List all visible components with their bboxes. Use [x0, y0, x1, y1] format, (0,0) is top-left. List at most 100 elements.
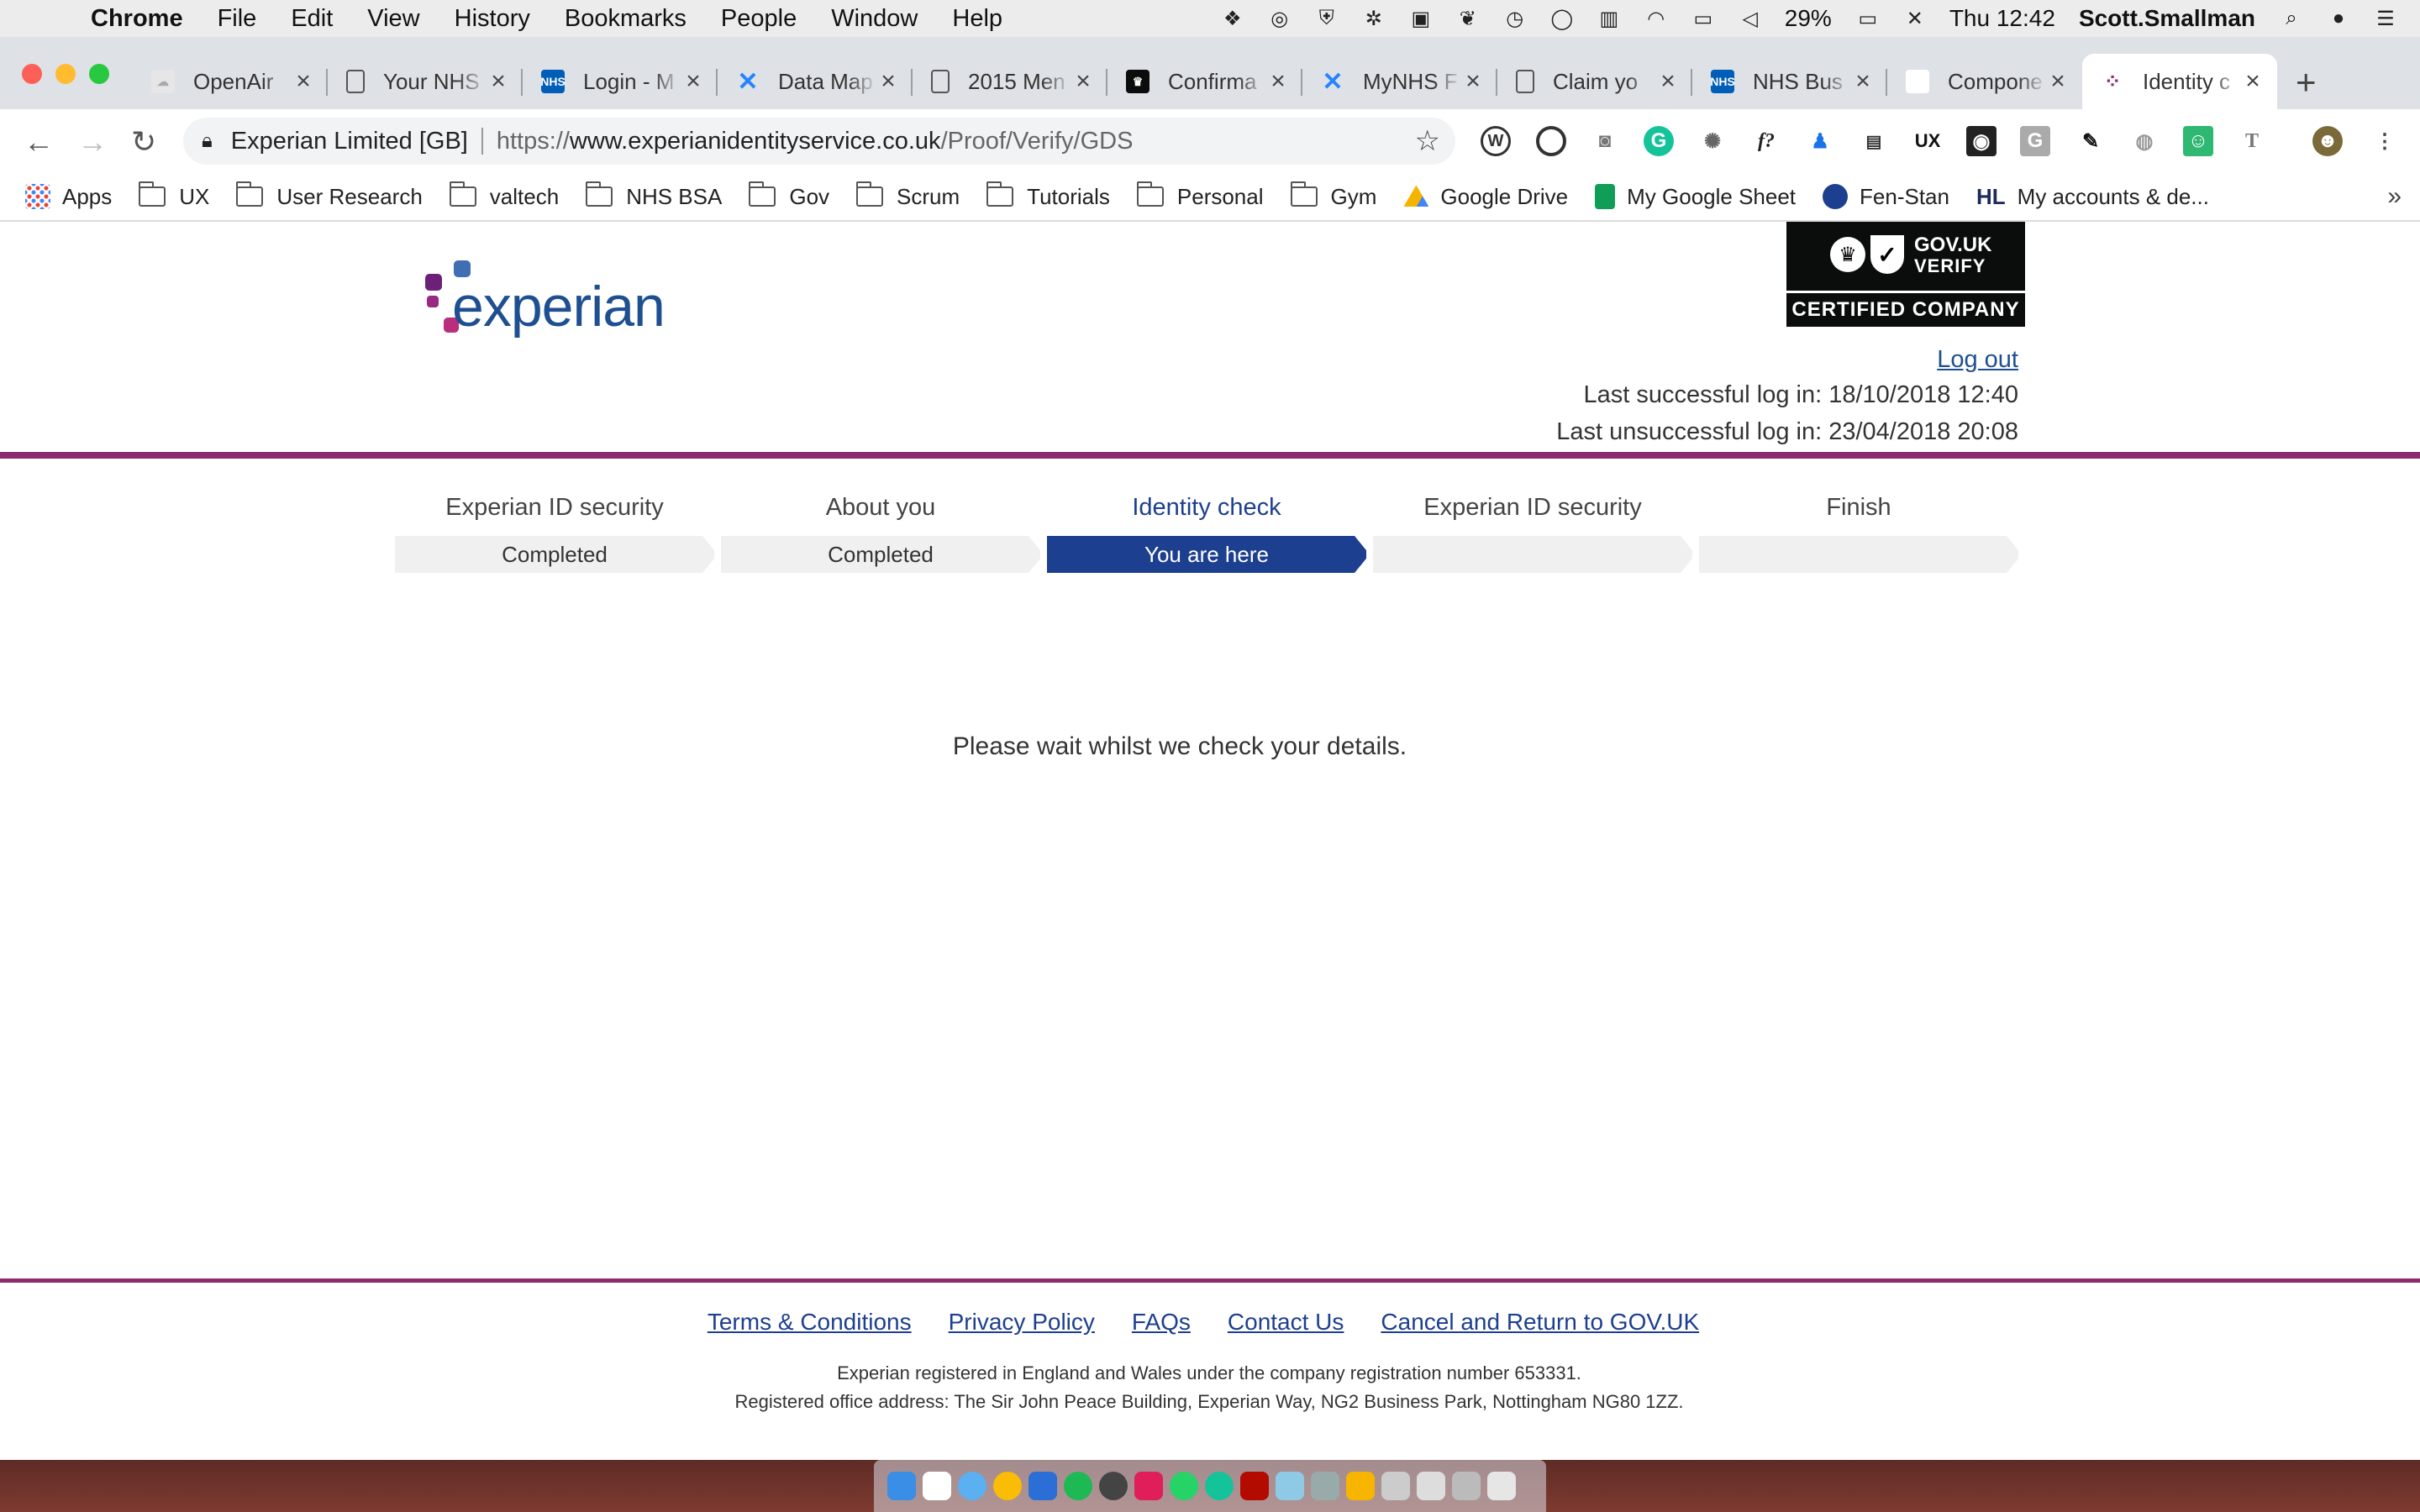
bookmark-my-accounts[interactable]: HL My accounts & de...	[1976, 184, 2209, 210]
calendar-icon[interactable]	[923, 1472, 951, 1500]
bookmark-folder-nhs-bsa[interactable]: NHS BSA	[586, 181, 722, 210]
trash-icon[interactable]	[1487, 1472, 1516, 1500]
folder-stack-icon[interactable]	[1381, 1472, 1410, 1500]
menu-file[interactable]: File	[218, 5, 257, 33]
bookmark-star-icon[interactable]: ☆	[1415, 124, 1440, 158]
bookmark-my-google-sheet[interactable]: My Google Sheet	[1595, 184, 1796, 210]
close-tab-icon[interactable]: ×	[1657, 67, 1679, 96]
green-extension-icon[interactable]: ☺	[2183, 126, 2213, 156]
contact-us-link[interactable]: Contact Us	[1228, 1309, 1344, 1336]
sketch-icon[interactable]	[1346, 1472, 1375, 1500]
terms-link[interactable]: Terms & Conditions	[708, 1309, 912, 1336]
wordpress-extension-icon[interactable]: W	[1481, 126, 1511, 156]
preview-icon[interactable]	[1276, 1472, 1304, 1500]
menu-window[interactable]: Window	[831, 5, 918, 33]
evernote-icon[interactable]: ❦	[1455, 8, 1481, 30]
lock-icon[interactable]: 🔒︎	[202, 129, 213, 153]
bookmark-folder-gym[interactable]: Gym	[1290, 181, 1376, 210]
bookmark-folder-scrum[interactable]: Scrum	[856, 181, 960, 210]
mcafee-icon[interactable]: ⛨	[1314, 7, 1339, 29]
close-tab-icon[interactable]: ×	[682, 67, 704, 96]
wifi-icon[interactable]: ◠	[1644, 8, 1669, 30]
pen-extension-icon[interactable]: ✎	[2075, 126, 2106, 156]
screen-extension-icon[interactable]: ◉	[1966, 126, 1996, 156]
bookmark-folder-gov[interactable]: Gov	[749, 181, 829, 210]
address-bar[interactable]: 🔒︎ Experian Limited [GB] https:// www.ex…	[183, 118, 1455, 165]
privacy-policy-link[interactable]: Privacy Policy	[949, 1309, 1095, 1336]
close-tab-icon[interactable]: ×	[1267, 67, 1289, 96]
maximize-window-button[interactable]	[89, 64, 109, 84]
faqs-link[interactable]: FAQs	[1132, 1309, 1191, 1336]
settings-wheel-icon[interactable]: ✲	[1361, 8, 1386, 30]
close-window-button[interactable]	[22, 64, 42, 84]
time-machine-icon[interactable]: ◷	[1502, 8, 1528, 30]
bookmark-folder-personal[interactable]: Personal	[1136, 181, 1264, 210]
grammarly-g-extension-icon[interactable]	[1536, 126, 1566, 156]
forward-icon[interactable]: →	[77, 124, 108, 160]
user-name[interactable]: Scott.Smallman	[2079, 5, 2255, 32]
bookmark-folder-user-research[interactable]: User Research	[236, 181, 423, 210]
globe-extension-icon[interactable]: ◍	[2129, 126, 2160, 156]
bookmark-google-drive[interactable]: Google Drive	[1403, 184, 1568, 210]
user-x-extension-icon[interactable]: ♟	[1805, 126, 1835, 156]
menu-help[interactable]: Help	[952, 5, 1002, 33]
chrome-menu-icon[interactable]: ⋮	[2370, 126, 2400, 156]
battery-percent[interactable]: 29%	[1785, 5, 1832, 32]
volume-icon[interactable]: ◁	[1738, 8, 1763, 30]
settings-extension-icon[interactable]: ✺	[1697, 126, 1728, 156]
whatsapp-icon[interactable]	[1170, 1472, 1198, 1500]
menu-people[interactable]: People	[721, 5, 797, 33]
dropbox-icon[interactable]: ❖	[1220, 8, 1245, 30]
tab-nhs-bus[interactable]: NHS NHS Bus ×	[1692, 54, 1887, 109]
back-icon[interactable]: ←	[24, 124, 54, 160]
close-tab-icon[interactable]: ×	[2047, 67, 2069, 96]
grammarly-icon[interactable]	[1205, 1472, 1234, 1500]
close-tab-icon[interactable]: ×	[1072, 67, 1094, 96]
chat-bubble-icon[interactable]: ◯	[1549, 8, 1575, 30]
system-preferences-icon[interactable]	[1099, 1472, 1128, 1500]
image-capture-icon[interactable]	[1311, 1472, 1339, 1500]
downloads-stack-icon[interactable]	[1417, 1472, 1445, 1500]
site-identity[interactable]: Experian Limited [GB]	[231, 128, 468, 155]
creative-cloud-icon[interactable]: ◎	[1267, 8, 1292, 30]
close-tab-icon[interactable]: ×	[1852, 67, 1874, 96]
bookmark-folder-tutorials[interactable]: Tutorials	[986, 181, 1110, 210]
battery-icon[interactable]: ▭	[1855, 8, 1881, 30]
minimize-window-button[interactable]	[55, 64, 76, 84]
grammarly-extension-icon[interactable]: G	[1644, 126, 1674, 156]
documents-stack-icon[interactable]	[1452, 1472, 1481, 1500]
clock[interactable]: Thu 12:42	[1949, 5, 2055, 32]
tab-your-nhs[interactable]: Your NHS ×	[328, 54, 523, 109]
airplay-icon[interactable]: ▭	[1691, 8, 1716, 30]
finder-icon[interactable]	[887, 1472, 916, 1500]
experian-logo-text[interactable]: experian	[452, 274, 666, 339]
menu-edit[interactable]: Edit	[291, 5, 333, 33]
tab-identity[interactable]: ⁘ Identity c ×	[2082, 54, 2277, 109]
uk-flag-icon[interactable]: ✕	[1902, 8, 1928, 30]
slack-icon[interactable]	[1134, 1472, 1163, 1500]
bookmark-apps[interactable]: Apps	[25, 184, 112, 210]
close-tab-icon[interactable]: ×	[1462, 67, 1484, 96]
tab-claim[interactable]: Claim yo ×	[1497, 54, 1692, 109]
tab-mynhs[interactable]: ✕ MyNHS F ×	[1302, 54, 1497, 109]
camera-extension-icon[interactable]: ◙	[1590, 126, 1620, 156]
memory-icon[interactable]: ▥	[1597, 8, 1622, 30]
spotify-icon[interactable]	[1064, 1472, 1092, 1500]
close-tab-icon[interactable]: ×	[487, 67, 509, 96]
profile-avatar[interactable]: ☻	[2312, 126, 2343, 156]
cancel-return-govuk-link[interactable]: Cancel and Return to GOV.UK	[1381, 1309, 1699, 1336]
tab-2015-men[interactable]: 2015 Men ×	[913, 54, 1107, 109]
siri-icon[interactable]: ●	[2326, 7, 2351, 29]
tab-data-map[interactable]: ✕ Data Map ×	[718, 54, 913, 109]
gray-extension-icon[interactable]: G	[2020, 126, 2050, 156]
safari-icon[interactable]	[958, 1472, 986, 1500]
acrobat-icon[interactable]	[1240, 1472, 1269, 1500]
new-tab-button[interactable]: +	[2296, 62, 2317, 102]
logout-link[interactable]: Log out	[1937, 346, 2018, 374]
menu-app-name[interactable]: Chrome	[91, 5, 183, 33]
notification-center-icon[interactable]: ☰	[2373, 8, 2398, 30]
menu-history[interactable]: History	[455, 5, 530, 33]
lock-icon[interactable]: ▣	[1408, 8, 1434, 30]
reload-icon[interactable]: ↻	[131, 124, 156, 160]
chrome-icon[interactable]	[993, 1472, 1022, 1500]
